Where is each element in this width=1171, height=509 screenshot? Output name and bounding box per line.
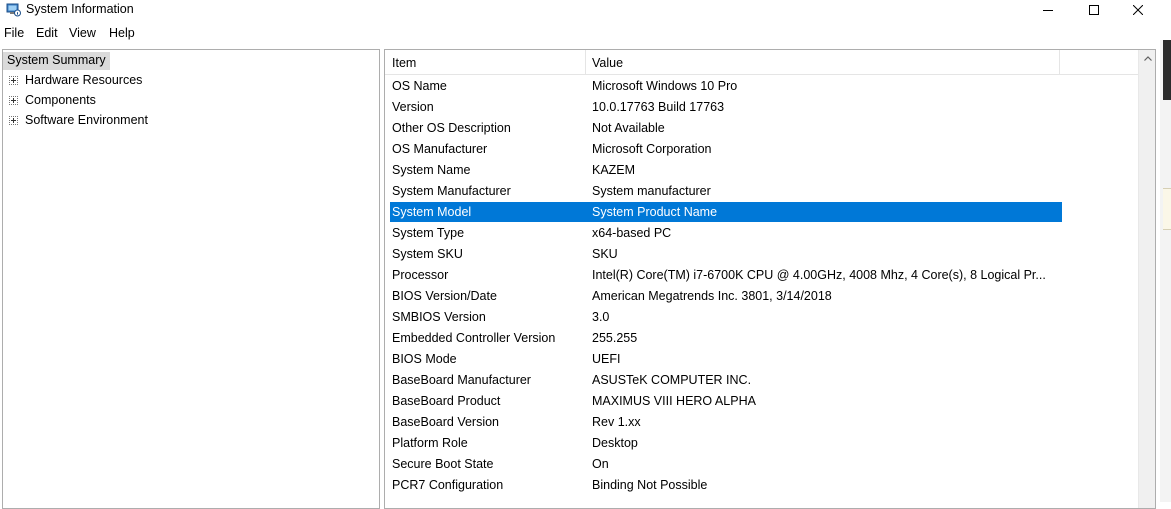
row-value: 255.255: [592, 331, 638, 345]
row-item: Processor: [392, 268, 449, 282]
row-value: Intel(R) Core(TM) i7-6700K CPU @ 4.00GHz…: [592, 268, 1046, 282]
row-value: 10.0.17763 Build 17763: [592, 100, 725, 114]
vertical-scrollbar[interactable]: [1138, 50, 1155, 508]
row-item: Platform Role: [392, 436, 468, 450]
tree-item-label: System Summary: [7, 53, 106, 67]
table-row[interactable]: Processor Intel(R) Core(TM) i7-6700K CPU …: [390, 265, 1062, 285]
background-window-panel-edge: [1163, 188, 1171, 230]
row-value: Binding Not Possible: [592, 478, 708, 492]
row-item: PCR7 Configuration: [392, 478, 504, 492]
row-value: Desktop: [592, 436, 638, 450]
tree-item-system-summary[interactable]: System Summary: [3, 52, 110, 70]
row-item: BaseBoard Product: [392, 394, 501, 408]
table-row[interactable]: BaseBoard Version Rev 1.xx: [390, 412, 1062, 432]
column-divider[interactable]: [585, 50, 586, 74]
table-row[interactable]: System Name KAZEM: [390, 160, 1062, 180]
window-title: System Information: [26, 2, 134, 16]
row-value: System manufacturer: [592, 184, 711, 198]
row-item: BIOS Mode: [392, 352, 457, 366]
minimize-icon: [1043, 10, 1053, 11]
row-item: System Manufacturer: [392, 184, 511, 198]
row-item: System Name: [392, 163, 471, 177]
row-item: System Type: [392, 226, 465, 240]
table-row[interactable]: Embedded Controller Version 255.255: [390, 328, 1062, 348]
table-row[interactable]: Version 10.0.17763 Build 17763: [390, 97, 1062, 117]
table-row-selected[interactable]: System Model System Product Name: [390, 202, 1062, 222]
row-item: System SKU: [392, 247, 463, 261]
minimize-button[interactable]: [1025, 0, 1071, 20]
row-value: 3.0: [592, 310, 610, 324]
table-row[interactable]: SMBIOS Version 3.0: [390, 307, 1062, 327]
row-value: American Megatrends Inc. 3801, 3/14/2018: [592, 289, 832, 303]
row-value: UEFI: [592, 352, 621, 366]
tree-item-label: Software Environment: [25, 113, 148, 127]
expand-icon[interactable]: [9, 76, 18, 85]
row-value: On: [592, 457, 609, 471]
row-item: BaseBoard Version: [392, 415, 500, 429]
row-item: OS Manufacturer: [392, 142, 488, 156]
chevron-up-icon: [1143, 56, 1152, 61]
list-header: Item Value: [385, 50, 1139, 75]
category-tree[interactable]: System Summary Hardware Resources Compon…: [2, 49, 380, 509]
table-row[interactable]: BaseBoard Product MAXIMUS VIII HERO ALPHA: [390, 391, 1062, 411]
scroll-up-button[interactable]: [1139, 50, 1155, 67]
table-row[interactable]: PCR7 Configuration Binding Not Possible: [390, 475, 1062, 495]
background-window-dark-edge: [1163, 40, 1171, 100]
table-row[interactable]: System Manufacturer System manufacturer: [390, 181, 1062, 201]
table-row[interactable]: BIOS Version/Date American Megatrends Inc…: [390, 286, 1062, 306]
row-value: SKU: [592, 247, 618, 261]
row-item: BIOS Version/Date: [392, 289, 497, 303]
column-header-item[interactable]: Item: [392, 56, 416, 70]
row-value: MAXIMUS VIII HERO ALPHA: [592, 394, 756, 408]
row-value: Rev 1.xx: [592, 415, 641, 429]
row-item: SMBIOS Version: [392, 310, 486, 324]
expand-icon[interactable]: [9, 116, 18, 125]
table-row[interactable]: System Type x64-based PC: [390, 223, 1062, 243]
menu-help[interactable]: Help: [109, 26, 135, 40]
row-item: System Model: [392, 205, 472, 219]
column-divider[interactable]: [1059, 50, 1060, 74]
tree-item-hardware-resources[interactable]: Hardware Resources: [3, 72, 203, 90]
row-value: x64-based PC: [592, 226, 672, 240]
system-information-icon: [6, 2, 21, 17]
close-button[interactable]: [1115, 0, 1161, 20]
expand-icon[interactable]: [9, 96, 18, 105]
row-value: Microsoft Windows 10 Pro: [592, 79, 738, 93]
table-row[interactable]: Other OS Description Not Available: [390, 118, 1062, 138]
row-item: Other OS Description: [392, 121, 511, 135]
maximize-icon: [1089, 5, 1099, 15]
tree-item-components[interactable]: Components: [3, 92, 203, 110]
table-row[interactable]: System SKU SKU: [390, 244, 1062, 264]
row-value: KAZEM: [592, 163, 636, 177]
details-list[interactable]: Item Value OS Name Microsoft Windows 10 P…: [384, 49, 1156, 509]
menu-edit[interactable]: Edit: [36, 26, 58, 40]
table-row[interactable]: BIOS Mode UEFI: [390, 349, 1062, 369]
tree-item-software-environment[interactable]: Software Environment: [3, 112, 203, 130]
row-item: BaseBoard Manufacturer: [392, 373, 531, 387]
menu-view[interactable]: View: [69, 26, 96, 40]
tree-item-label: Components: [25, 93, 96, 107]
row-item: OS Name: [392, 79, 447, 93]
row-value: Not Available: [592, 121, 665, 135]
menu-file[interactable]: File: [4, 26, 24, 40]
table-row[interactable]: Platform Role Desktop: [390, 433, 1062, 453]
row-value: ASUSTeK COMPUTER INC.: [592, 373, 752, 387]
row-item: Version: [392, 100, 434, 114]
background-window-edge: [1160, 40, 1171, 502]
table-row[interactable]: Secure Boot State On: [390, 454, 1062, 474]
title-bar[interactable]: System Information: [0, 0, 1171, 20]
close-icon: [1133, 5, 1143, 15]
row-value: Microsoft Corporation: [592, 142, 712, 156]
table-row[interactable]: BaseBoard Manufacturer ASUSTeK COMPUTER I…: [390, 370, 1062, 390]
tree-item-label: Hardware Resources: [25, 73, 143, 87]
row-item: Embedded Controller Version: [392, 331, 556, 345]
maximize-button[interactable]: [1071, 0, 1117, 20]
table-row[interactable]: OS Manufacturer Microsoft Corporation: [390, 139, 1062, 159]
row-item: Secure Boot State: [392, 457, 494, 471]
column-header-value[interactable]: Value: [592, 56, 623, 70]
row-value: System Product Name: [592, 205, 718, 219]
table-row[interactable]: OS Name Microsoft Windows 10 Pro: [390, 76, 1062, 96]
